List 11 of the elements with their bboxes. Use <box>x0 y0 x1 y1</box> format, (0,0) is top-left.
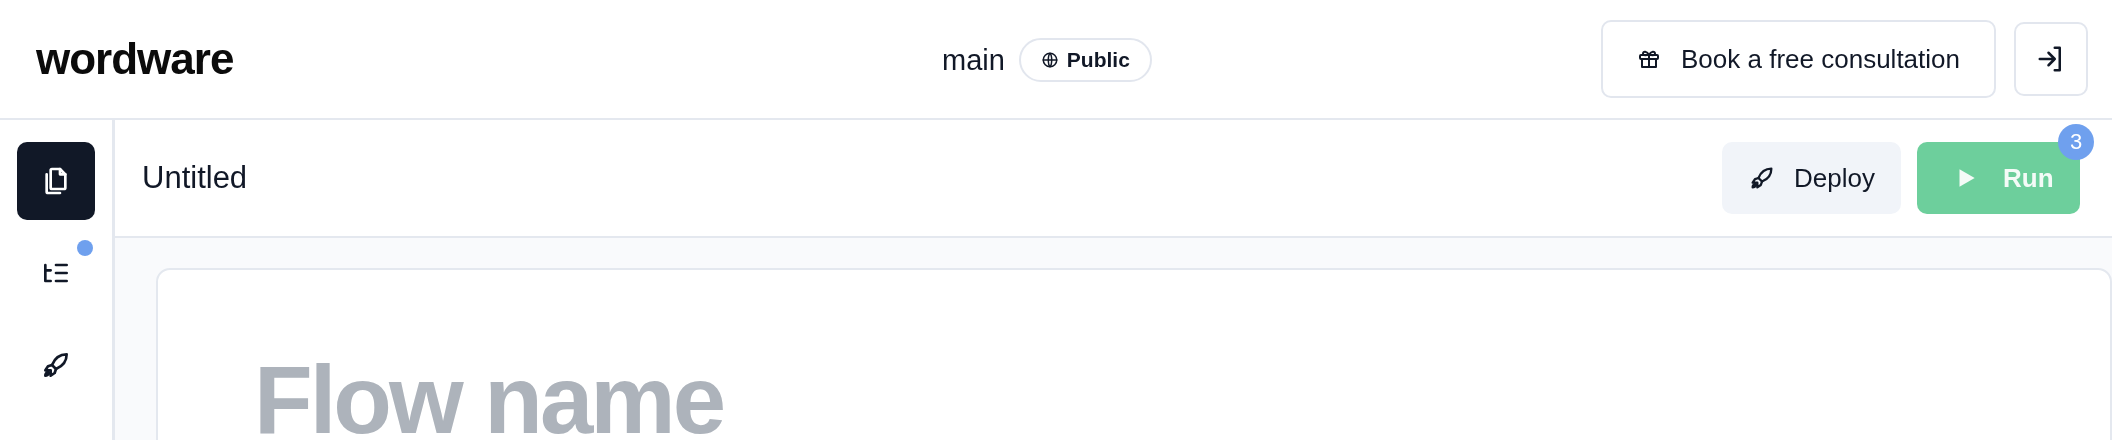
branch-name: main <box>942 43 1005 77</box>
count-badge: 3 <box>2058 124 2094 160</box>
visibility-badge[interactable]: Public <box>1018 38 1152 82</box>
globe-icon <box>1040 51 1059 69</box>
sidebar-item[interactable] <box>17 142 95 220</box>
login-button[interactable] <box>2014 22 2088 96</box>
consultation-button[interactable]: Book a free consultation <box>1601 20 1996 98</box>
deploy-button[interactable]: Deploy <box>1722 142 1901 214</box>
flow-name-field[interactable]: Flow name <box>254 345 1154 440</box>
logo[interactable]: wordware <box>36 34 234 84</box>
flow-title: Untitled <box>142 160 248 196</box>
